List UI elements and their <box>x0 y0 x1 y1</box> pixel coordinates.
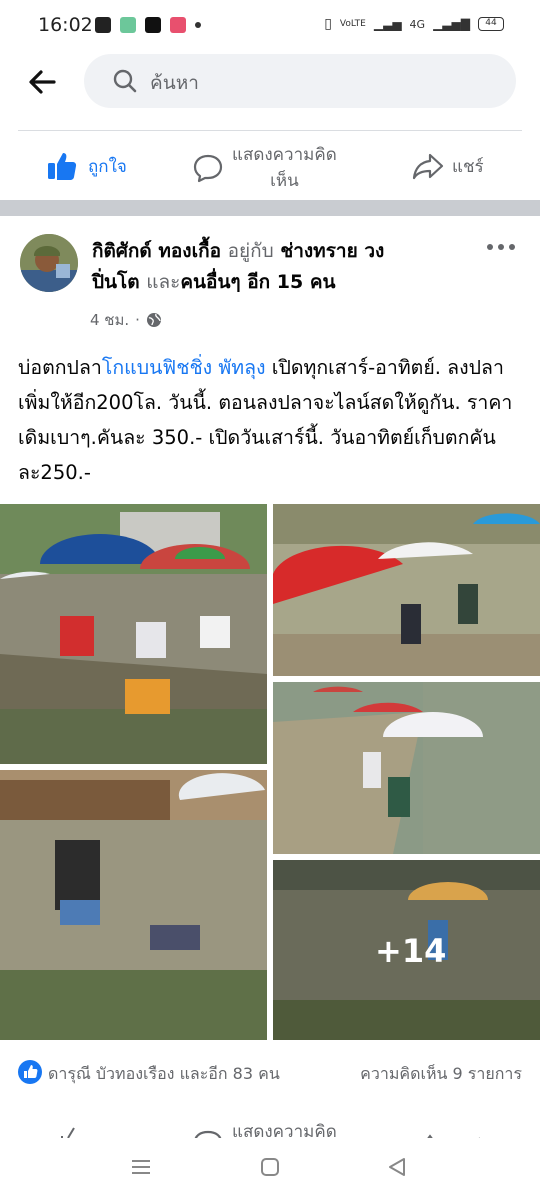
post-photo-4[interactable] <box>0 770 267 1040</box>
section-separator <box>0 200 540 216</box>
post-photo-2[interactable] <box>273 504 540 676</box>
post-more-button[interactable] <box>486 238 516 257</box>
author-name[interactable]: กิติศักด์ ทองเกื้อ <box>92 240 221 262</box>
post-photo-1[interactable] <box>0 504 267 764</box>
back-nav-button[interactable] <box>386 1156 408 1178</box>
post-action-bar-partial: แสดงความคิด <box>0 1108 540 1138</box>
post-photo-5[interactable]: +14 <box>273 860 540 1040</box>
comment-icon <box>193 154 223 183</box>
others-link[interactable]: คนอื่นๆ อีก 15 คน <box>180 271 335 293</box>
search-placeholder: ค้นหา <box>150 72 199 94</box>
like-button-partial[interactable] <box>60 1124 120 1138</box>
battery-icon: 44 <box>478 17 504 31</box>
and-word: และ <box>146 271 181 293</box>
photo-anglers <box>273 682 540 854</box>
back-arrow-icon <box>29 70 56 94</box>
reaction-names[interactable]: ดารุณี บัวทองเรือง และอีก 83 คน <box>48 1062 280 1087</box>
divider <box>18 130 522 131</box>
vibrate-icon: ▯ <box>324 16 332 32</box>
post-header-title: กิติศักด์ ทองเกื้อ อยู่กับ ช่างทราย วง ป… <box>92 236 482 298</box>
search-icon <box>113 69 137 93</box>
like-reaction-icon <box>18 1060 42 1084</box>
back-button[interactable] <box>24 64 60 100</box>
thumbs-up-icon-partial <box>61 1127 75 1138</box>
status-time: 16:02 <box>38 14 93 36</box>
share-icon-partial <box>427 1134 480 1138</box>
photo-fishing-bank <box>0 504 267 764</box>
share-label: แชร์ <box>452 156 484 177</box>
meta-dot: · <box>135 311 140 329</box>
system-nav-bar <box>0 1138 540 1200</box>
globe-icon <box>146 313 161 327</box>
reactions-row: ดารุณี บัวทองเรือง และอีก 83 คน ความคิดเ… <box>0 1056 540 1092</box>
share-icon <box>412 153 444 180</box>
home-button[interactable] <box>260 1157 280 1177</box>
status-right: ▯ VoLTE ▁▃▅ 4G ▁▃▅▇ 44 <box>324 16 504 32</box>
comment-label-line2: เห็น <box>270 171 299 191</box>
author-avatar[interactable] <box>20 234 78 292</box>
photo-umbrellas-pond <box>273 504 540 676</box>
facebook-icon <box>95 17 111 33</box>
share-button-partial[interactable] <box>420 1126 490 1138</box>
post-meta: 4 ชม. · <box>90 308 162 332</box>
signal-icon-2: ▁▃▅▇ <box>433 17 470 31</box>
comment-count[interactable]: ความคิดเห็น 9 รายการ <box>360 1062 522 1087</box>
comment-button-partial[interactable]: แสดงความคิด <box>192 1122 337 1138</box>
volte-label: VoLTE <box>339 19 366 29</box>
action-bar: ถูกใจ แสดงความคิด เห็น แชร์ <box>0 132 540 200</box>
more-dots-icon <box>487 244 515 250</box>
search-input[interactable]: ค้นหา <box>84 54 516 108</box>
app-icon <box>170 17 186 33</box>
dot-icon <box>195 22 201 28</box>
tiktok-icon <box>145 17 161 33</box>
status-bar: 16:02 ▯ VoLTE ▁▃▅ 4G ▁▃▅▇ 44 <box>0 0 540 54</box>
avatar-image <box>20 234 78 292</box>
photo-seated-angler <box>0 770 267 1040</box>
post-photo-3[interactable] <box>273 682 540 854</box>
post-time[interactable]: 4 ชม. <box>90 308 129 332</box>
signal-icon: ▁▃▅ <box>373 17 402 31</box>
post-text-pre: บ่อตกปลา <box>18 356 102 379</box>
comment-label-line1: แสดงความคิด <box>232 145 337 165</box>
tagged-user-cont[interactable]: ปิ่นโต <box>92 271 140 293</box>
line-icon <box>120 17 136 33</box>
like-button[interactable]: ถูกใจ <box>46 150 127 182</box>
comment-icon-partial <box>194 1130 222 1138</box>
page-link[interactable]: โกแบนฟิชชิ่ง พัทลุง <box>102 356 266 379</box>
tagged-user[interactable]: ช่างทราย วง <box>280 240 384 262</box>
post-body: บ่อตกปลาโกแบนฟิชชิ่ง พัทลุง เปิดทุกเสาร์… <box>18 350 528 490</box>
status-app-icons <box>95 17 201 33</box>
comment-button[interactable]: แสดงความคิด เห็น <box>192 142 337 194</box>
thumbs-up-icon <box>48 153 77 180</box>
with-word: อยู่กับ <box>227 240 274 262</box>
network-label: 4G <box>409 17 426 31</box>
recent-apps-button[interactable] <box>130 1158 152 1176</box>
like-label: ถูกใจ <box>88 156 127 177</box>
more-photos-count: +14 <box>375 932 447 970</box>
comment-label-partial: แสดงความคิด <box>232 1122 337 1138</box>
share-button[interactable]: แชร์ <box>412 150 484 182</box>
